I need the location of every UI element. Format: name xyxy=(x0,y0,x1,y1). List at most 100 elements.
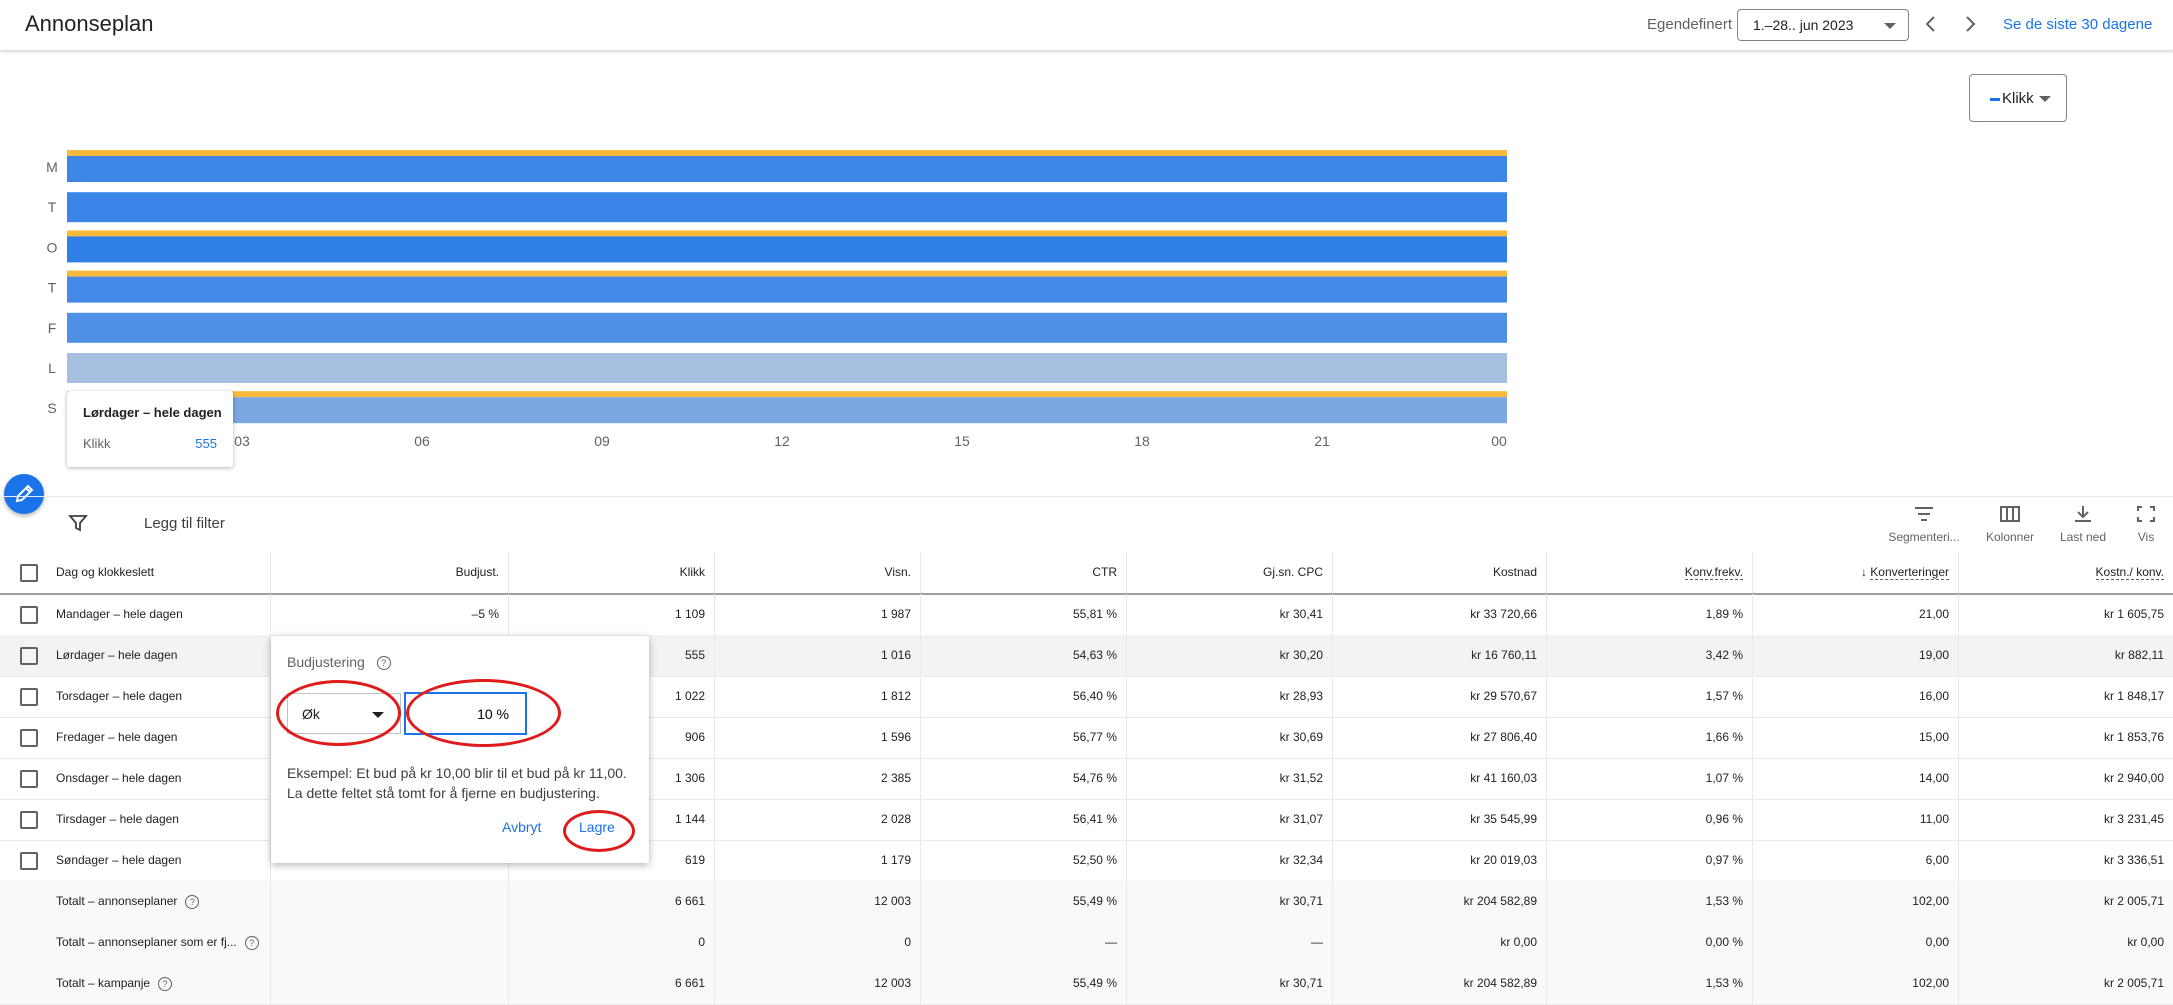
chart-row-bar[interactable] xyxy=(67,312,1507,343)
download-button[interactable]: Last ned xyxy=(2043,504,2123,544)
cell-ctr: 54,76 % xyxy=(920,758,1126,799)
help-icon[interactable]: ? xyxy=(244,935,259,950)
chevron-down-icon xyxy=(1884,23,1896,29)
cell-cost-per-conv: kr 1 853,76 xyxy=(1958,717,2173,758)
cancel-button[interactable]: Avbryt xyxy=(502,819,541,835)
cell-clicks: 1 109 xyxy=(508,594,714,635)
conversions-text: 0,00 xyxy=(1925,935,1949,949)
cost-per-conv-text: kr 2 940,00 xyxy=(2103,771,2164,785)
cell-day-time: Lørdager – hele dagen xyxy=(56,635,270,676)
sort-descending-icon[interactable]: ↓ xyxy=(1861,565,1870,579)
last-30-days-link[interactable]: Se de siste 30 dagene xyxy=(2003,16,2152,33)
date-range-value: 1.–28.. jun 2023 xyxy=(1753,17,1854,33)
bid-adjust-text: Budjust. xyxy=(455,565,499,579)
cell-avg-cpc: kr 30,69 xyxy=(1126,717,1332,758)
row-checkbox[interactable] xyxy=(20,606,38,624)
columns-label: Kolonner xyxy=(1985,530,2035,544)
add-filter-input[interactable]: Legg til filter xyxy=(144,515,225,532)
conv-rate-text: 1,53 % xyxy=(1705,976,1743,990)
table-row[interactable]: Mandager – hele dagen –5 % 1 109 1 987 55,81… xyxy=(0,594,2173,636)
help-icon[interactable]: ? xyxy=(376,656,391,671)
cell-ctr: 56,41 % xyxy=(920,799,1126,840)
x-axis-tick-label: 00 xyxy=(1491,433,1507,449)
columns-button[interactable]: Kolonner xyxy=(1970,504,2050,544)
chevron-right-icon xyxy=(1966,16,1976,32)
impressions-text: 1 016 xyxy=(880,648,911,662)
tooltip-title: Lørdager – hele dagen xyxy=(83,405,222,420)
chart-row-bar[interactable] xyxy=(67,192,1507,223)
chart-row-bar[interactable] xyxy=(67,353,1507,383)
cost-per-conv-text: kr 2 005,71 xyxy=(2103,894,2164,908)
row-checkbox[interactable] xyxy=(20,564,38,582)
cell-impressions: 1 987 xyxy=(714,594,920,635)
cell-day-time: Onsdager – hele dagen xyxy=(56,758,270,799)
cell-bid-adjust[interactable]: Budjust. xyxy=(270,552,508,593)
chart-row-bar[interactable] xyxy=(67,276,1507,303)
impressions-text: 12 003 xyxy=(874,976,911,990)
cell-avg-cpc: Gj.sn. CPC xyxy=(1126,552,1332,593)
bid-adjustment-marker xyxy=(67,230,1507,237)
annotation-circle-save xyxy=(563,810,635,852)
cost-per-conv-text: kr 3 231,45 xyxy=(2103,812,2164,826)
cost-per-conv-text: kr 882,11 xyxy=(2114,648,2164,662)
help-icon[interactable]: ? xyxy=(185,894,200,909)
chart-row-bar[interactable] xyxy=(67,156,1507,182)
cell-cost: kr 41 160,03 xyxy=(1332,758,1546,799)
conv-rate-text: 1,89 % xyxy=(1705,607,1743,621)
row-checkbox[interactable] xyxy=(20,688,38,706)
filter-button[interactable] xyxy=(68,513,88,538)
table-total-row: Totalt – kampanje? 6 661 12 003 55,49 % kr 3… xyxy=(0,963,2173,1005)
row-checkbox[interactable] xyxy=(20,852,38,870)
help-icon[interactable]: ? xyxy=(158,976,173,991)
conv-rate-text: 1,07 % xyxy=(1705,771,1743,785)
day-time-text: Torsdager – hele dagen xyxy=(56,689,183,703)
cost-text: kr 204 582,89 xyxy=(1463,976,1537,990)
previous-period-button[interactable] xyxy=(1919,12,1943,36)
chart-row-bar[interactable] xyxy=(67,397,1507,424)
impressions-text: Visn. xyxy=(884,565,911,579)
row-checkbox[interactable] xyxy=(20,770,38,788)
cell-conv-rate: 0,97 % xyxy=(1546,840,1752,881)
metric-dropdown[interactable]: Klikk xyxy=(1969,74,2067,122)
cost-text: kr 0,00 xyxy=(1500,935,1537,949)
cell-bid-adjust xyxy=(270,922,508,963)
row-checkbox[interactable] xyxy=(20,647,38,665)
x-axis-tick-label: 06 xyxy=(414,433,430,449)
cell-cost: kr 29 570,67 xyxy=(1332,676,1546,717)
cell-impressions: 12 003 xyxy=(714,963,920,1004)
row-checkbox[interactable] xyxy=(20,811,38,829)
y-axis-label: O xyxy=(47,239,58,255)
cell-conversions: 15,00 xyxy=(1752,717,1958,758)
tooltip-metric-label: Klikk xyxy=(83,436,111,451)
expand-view-button[interactable]: Vis xyxy=(2116,504,2173,544)
y-axis-label: S xyxy=(47,400,56,416)
bid-adjustment-marker xyxy=(67,270,1507,277)
next-period-button[interactable] xyxy=(1958,12,1982,36)
conversions-text: 11,00 xyxy=(1919,812,1949,826)
cell-ctr: 56,40 % xyxy=(920,676,1126,717)
x-axis-tick-label: 18 xyxy=(1134,433,1150,449)
y-axis-label: L xyxy=(48,360,56,376)
cell-bid-adjust[interactable]: –5 % xyxy=(270,594,508,635)
day-time-text: Totalt – annonseplaner som er fj... xyxy=(56,935,237,949)
conv-rate-text: 1,57 % xyxy=(1705,689,1743,703)
cell-conv-rate: 3,42 % xyxy=(1546,635,1752,676)
cell-impressions: 2 385 xyxy=(714,758,920,799)
cell-conversions: 14,00 xyxy=(1752,758,1958,799)
x-axis-tick-label: 15 xyxy=(954,433,970,449)
cell-cost-per-conv: kr 2 005,71 xyxy=(1958,963,2173,1004)
clicks-text: 555 xyxy=(684,648,705,662)
row-checkbox[interactable] xyxy=(20,729,38,747)
cell-conversions: 21,00 xyxy=(1752,594,1958,635)
cell-clicks: 6 661 xyxy=(508,963,714,1004)
segment-button[interactable]: Segmenteri... xyxy=(1884,504,1964,544)
chart-row-bar[interactable] xyxy=(67,236,1507,263)
cost-per-conv-text: kr 1 853,76 xyxy=(2103,730,2164,744)
avg-cpc-text: kr 30,20 xyxy=(1279,648,1323,662)
cost-text: kr 35 545,99 xyxy=(1470,812,1537,826)
date-range-select[interactable]: 1.–28.. jun 2023 xyxy=(1737,9,1909,41)
cost-per-conv-text: kr 0,00 xyxy=(2127,935,2164,949)
avg-cpc-text: kr 30,71 xyxy=(1279,894,1323,908)
edit-fab-button[interactable] xyxy=(4,474,44,514)
ctr-text: 52,50 % xyxy=(1072,853,1117,867)
